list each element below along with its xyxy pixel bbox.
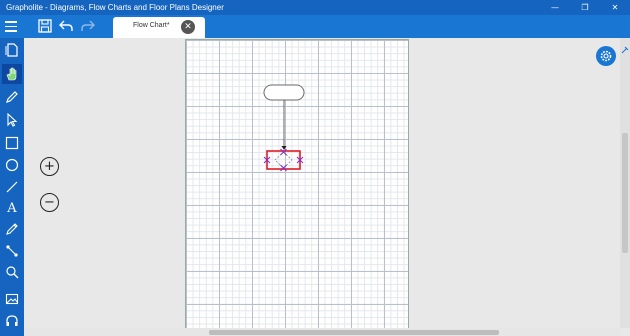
pencil-icon[interactable] (2, 219, 22, 239)
flowchart-decision-shape (274, 151, 293, 169)
pan-hand-icon[interactable] (2, 64, 22, 84)
zoom-icon[interactable] (2, 262, 22, 282)
app-toolbar (0, 15, 630, 38)
diagram-canvas[interactable]: + − (24, 38, 620, 328)
minimize-button[interactable]: — (540, 0, 570, 15)
vertical-scrollbar[interactable] (620, 38, 630, 328)
zoom-in-button[interactable]: + (40, 157, 59, 176)
pin-icon[interactable] (621, 46, 629, 54)
connection-handles (263, 148, 304, 172)
vertical-scroll-thumb[interactable] (622, 133, 628, 253)
settings-button[interactable] (596, 46, 616, 66)
redo-icon[interactable] (80, 18, 96, 34)
line-icon[interactable] (2, 177, 22, 197)
title-bar: Grapholite - Diagrams, Flow Charts and F… (0, 0, 630, 15)
close-window-button[interactable]: ✕ (600, 0, 630, 15)
connector-icon[interactable] (2, 241, 22, 261)
selected-shape-outline (266, 150, 301, 170)
select-pointer-icon[interactable] (2, 110, 22, 130)
undo-icon[interactable] (58, 18, 74, 34)
save-icon[interactable] (37, 18, 53, 34)
zoom-out-button[interactable]: − (40, 193, 59, 212)
ellipse-icon[interactable] (2, 155, 22, 175)
tab-close-button[interactable]: ✕ (181, 20, 195, 34)
gear-icon (600, 50, 612, 62)
rectangle-icon[interactable] (2, 133, 22, 153)
maximize-button[interactable]: ❐ (570, 0, 600, 15)
tab-flow-chart[interactable]: Flow Chart* ✕ (113, 17, 205, 38)
text-icon[interactable]: A (2, 198, 22, 218)
window-title: Grapholite - Diagrams, Flow Charts and F… (6, 3, 224, 12)
tab-label: Flow Chart* (133, 22, 170, 29)
flowchart-shapes (263, 84, 305, 172)
headset-icon[interactable] (2, 311, 22, 331)
tool-sidebar: A (0, 38, 24, 336)
flowchart-terminator-shape (263, 84, 305, 101)
horizontal-scrollbar[interactable] (24, 328, 620, 336)
window-controls: — ❐ ✕ (540, 0, 630, 15)
pen-icon[interactable] (2, 87, 22, 107)
horizontal-scroll-thumb[interactable] (209, 330, 499, 335)
diagram-page[interactable] (185, 39, 409, 328)
menu-icon[interactable] (5, 21, 17, 32)
image-icon[interactable] (2, 289, 22, 309)
new-document-icon[interactable] (2, 40, 22, 60)
